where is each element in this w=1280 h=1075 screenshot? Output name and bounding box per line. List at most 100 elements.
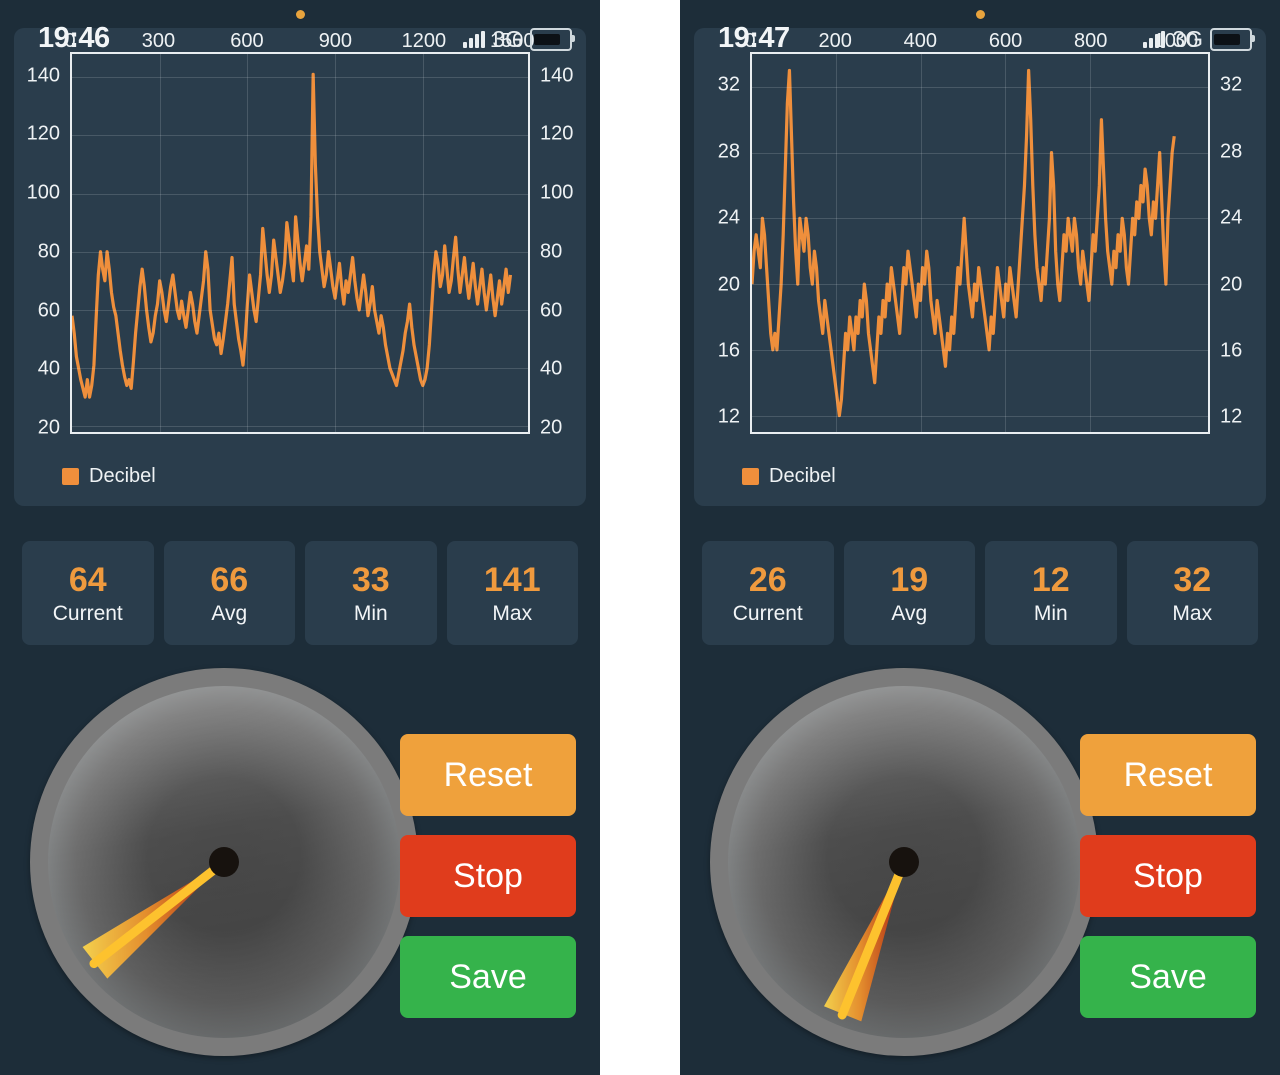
chart-legend: Decibel — [742, 465, 836, 488]
stop-button[interactable]: Stop — [1080, 835, 1256, 917]
gridline-vertical — [335, 54, 337, 432]
stat-card-avg: 19 Avg — [843, 541, 975, 645]
decibel-line-series — [72, 54, 528, 432]
gridline-vertical — [1089, 54, 1091, 432]
gridline-horizontal — [72, 251, 528, 253]
gridline-horizontal — [72, 368, 528, 370]
y-tick-label-right: 40 — [540, 357, 563, 380]
save-button[interactable]: Save — [1080, 936, 1256, 1018]
chart-area: 0 200 400 600 800 1000 12 12 16 16 20 20 24 24 28 28 32… — [694, 28, 1266, 506]
x-tick-label: 1200 — [401, 30, 447, 52]
stat-card-max: 141 Max — [446, 541, 578, 645]
legend-color-swatch — [62, 468, 79, 485]
x-tick-label: 600 — [988, 30, 1023, 52]
camera-indicator-dot — [296, 10, 305, 19]
x-tick-label: 0 — [744, 30, 756, 52]
gridline-horizontal — [72, 193, 528, 195]
y-tick-label-left: 40 — [37, 357, 60, 380]
y-tick-label-left: 12 — [717, 405, 740, 428]
stat-card-max: 32 Max — [1126, 541, 1258, 645]
decibel-line-series — [752, 54, 1208, 432]
chart-legend: Decibel — [62, 465, 156, 488]
reset-button[interactable]: Reset — [1080, 734, 1256, 816]
gridline-vertical — [247, 54, 249, 432]
legend-label: Decibel — [89, 465, 156, 487]
y-tick-label-right: 28 — [1220, 140, 1243, 163]
gridline-horizontal — [752, 349, 1208, 351]
x-tick-label: 900 — [318, 30, 353, 52]
camera-indicator-dot — [976, 10, 985, 19]
stat-card-min: 33 Min — [305, 541, 437, 645]
stop-button[interactable]: Stop — [400, 835, 576, 917]
gridline-vertical — [422, 54, 424, 432]
stat-label: Avg — [211, 601, 248, 625]
x-tick-label: 400 — [903, 30, 938, 52]
stat-value: 19 — [890, 560, 929, 599]
chart-card: 0 200 400 600 800 1000 12 12 16 16 20 20 24 24 28 28 32… — [694, 28, 1266, 506]
y-tick-label-right: 20 — [540, 416, 563, 439]
stat-label: Min — [1033, 601, 1068, 625]
stat-label: Avg — [891, 601, 928, 625]
gridline-vertical — [836, 54, 838, 432]
gridline-horizontal — [752, 284, 1208, 286]
y-tick-label-left: 20 — [717, 273, 740, 296]
y-tick-label-right: 32 — [1220, 73, 1243, 96]
stat-value: 64 — [68, 560, 107, 599]
y-tick-label-left: 20 — [37, 416, 60, 439]
y-tick-label-left: 80 — [37, 240, 60, 263]
y-tick-label-left: 140 — [26, 64, 60, 86]
plot-region — [70, 52, 530, 434]
gridline-vertical — [920, 54, 922, 432]
gridline-horizontal — [72, 77, 528, 79]
stats-row: 26 Current 19 Avg 12 Min 32 Max — [702, 541, 1258, 645]
phone-screen-left: 19:46 3G 0 300 600 900 1200 1500 20 20 40 40 60 60… — [0, 0, 600, 1075]
legend-label: Decibel — [769, 465, 836, 487]
gridline-horizontal — [72, 426, 528, 428]
x-tick-label: 600 — [230, 30, 264, 52]
stat-card-current: 26 Current — [702, 541, 834, 645]
y-tick-label-right: 20 — [1220, 273, 1243, 296]
sound-level-gauge — [710, 668, 1098, 1056]
y-tick-label-left: 32 — [717, 73, 740, 96]
y-tick-label-left: 28 — [717, 140, 740, 163]
gridline-vertical — [1005, 54, 1007, 432]
gridline-horizontal — [72, 309, 528, 311]
stat-value: 33 — [351, 560, 390, 599]
gridline-horizontal — [72, 135, 528, 137]
y-tick-label-left: 100 — [26, 181, 60, 204]
plot-region — [750, 52, 1210, 434]
chart-card: 0 300 600 900 1200 1500 20 20 40 40 60 60 80 80 100 10… — [14, 28, 586, 506]
stat-label: Min — [353, 601, 388, 625]
y-tick-label-left: 16 — [717, 339, 740, 362]
gridline-horizontal — [752, 218, 1208, 220]
stat-card-min: 12 Min — [985, 541, 1117, 645]
stats-row: 64 Current 66 Avg 33 Min 141 Max — [22, 541, 578, 645]
stat-value: 32 — [1173, 560, 1212, 599]
y-tick-label-right: 120 — [540, 122, 574, 145]
save-button[interactable]: Save — [400, 936, 576, 1018]
phone-screen-right: 19:47 3G 0 200 400 600 800 1000 12 12 16 16 20 20 2… — [680, 0, 1280, 1075]
stat-card-avg: 66 Avg — [163, 541, 295, 645]
stat-label: Current — [732, 601, 803, 625]
action-buttons: Reset Stop Save — [400, 734, 576, 1018]
y-tick-label-right: 16 — [1220, 339, 1243, 362]
y-tick-label-right: 140 — [540, 64, 574, 86]
y-tick-label-left: 60 — [37, 299, 60, 322]
stat-value: 26 — [748, 560, 787, 599]
stat-label: Max — [1172, 601, 1213, 625]
stat-value: 12 — [1031, 560, 1070, 599]
gridline-vertical — [159, 54, 161, 432]
stat-value: 66 — [210, 560, 249, 599]
action-buttons: Reset Stop Save — [1080, 734, 1256, 1018]
x-tick-label: 1500 — [490, 30, 535, 52]
gridline-horizontal — [752, 152, 1208, 154]
reset-button[interactable]: Reset — [400, 734, 576, 816]
x-tick-label: 1000 — [1153, 30, 1199, 52]
y-tick-label-left: 24 — [717, 206, 740, 229]
chart-area: 0 300 600 900 1200 1500 20 20 40 40 60 60 80 80 100 10… — [14, 28, 586, 506]
y-tick-label-right: 60 — [540, 299, 563, 322]
sound-level-gauge — [30, 668, 418, 1056]
x-tick-label: 800 — [1074, 30, 1108, 52]
x-tick-label: 200 — [818, 30, 852, 52]
stat-card-current: 64 Current — [22, 541, 154, 645]
